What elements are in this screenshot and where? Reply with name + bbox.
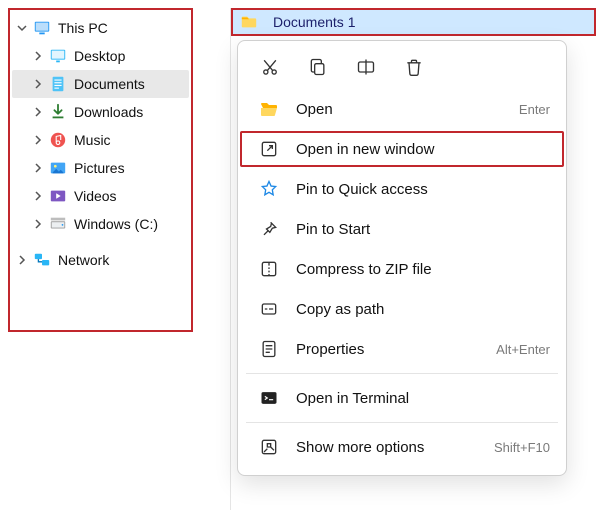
content-pane: Documents 1 Open Enter <box>230 8 596 510</box>
folder-open-icon <box>258 98 280 120</box>
drive-icon <box>48 214 68 234</box>
navigation-pane: This PC Desktop Documents Downloads <box>8 8 193 332</box>
tree-label: This PC <box>58 20 189 36</box>
chevron-right-icon[interactable] <box>30 104 46 120</box>
menu-item-open[interactable]: Open Enter <box>238 89 566 129</box>
menu-label: Pin to Quick access <box>296 181 550 198</box>
open-new-window-icon <box>258 138 280 160</box>
zip-icon <box>258 258 280 280</box>
folder-label: Documents 1 <box>273 14 355 30</box>
tree-label: Videos <box>74 188 189 204</box>
menu-item-open-new-window[interactable]: Open in new window <box>238 129 566 169</box>
menu-item-open-terminal[interactable]: Open in Terminal <box>238 378 566 418</box>
delete-button[interactable] <box>402 55 426 79</box>
pin-icon <box>258 218 280 240</box>
menu-label: Open in new window <box>296 141 550 158</box>
tree-item-this-pc[interactable]: This PC <box>12 14 189 42</box>
desktop-icon <box>48 46 68 66</box>
tree-label: Pictures <box>74 160 189 176</box>
download-icon <box>48 102 68 122</box>
menu-item-pin-quick-access[interactable]: Pin to Quick access <box>238 169 566 209</box>
menu-label: Pin to Start <box>296 221 550 238</box>
context-menu: Open Enter Open in new window Pin to Qui… <box>237 40 567 476</box>
menu-item-compress-zip[interactable]: Compress to ZIP file <box>238 249 566 289</box>
menu-separator <box>246 422 558 423</box>
chevron-down-icon[interactable] <box>14 20 30 36</box>
menu-shortcut: Enter <box>519 102 550 117</box>
cut-button[interactable] <box>258 55 282 79</box>
star-icon <box>258 178 280 200</box>
menu-item-show-more[interactable]: Show more options Shift+F10 <box>238 427 566 467</box>
music-icon <box>48 130 68 150</box>
tree-item-network[interactable]: Network <box>12 246 189 274</box>
tree-item-pictures[interactable]: Pictures <box>12 154 189 182</box>
list-item-folder[interactable]: Documents 1 <box>231 8 596 36</box>
tree-label: Desktop <box>74 48 189 64</box>
tree-label: Documents <box>74 76 189 92</box>
videos-icon <box>48 186 68 206</box>
rename-button[interactable] <box>354 55 378 79</box>
menu-shortcut: Shift+F10 <box>494 440 550 455</box>
folder-icon <box>239 12 259 32</box>
network-icon <box>32 250 52 270</box>
chevron-right-icon[interactable] <box>30 48 46 64</box>
menu-label: Open <box>296 101 519 118</box>
pictures-icon <box>48 158 68 178</box>
tree-label: Network <box>58 252 189 268</box>
chevron-right-icon[interactable] <box>30 160 46 176</box>
copy-button[interactable] <box>306 55 330 79</box>
copy-path-icon <box>258 298 280 320</box>
menu-label: Show more options <box>296 439 494 456</box>
terminal-icon <box>258 387 280 409</box>
tree-item-c-drive[interactable]: Windows (C:) <box>12 210 189 238</box>
menu-item-pin-start[interactable]: Pin to Start <box>238 209 566 249</box>
document-icon <box>48 74 68 94</box>
tree-item-music[interactable]: Music <box>12 126 189 154</box>
menu-label: Compress to ZIP file <box>296 261 550 278</box>
menu-item-copy-path[interactable]: Copy as path <box>238 289 566 329</box>
menu-separator <box>246 373 558 374</box>
menu-shortcut: Alt+Enter <box>496 342 550 357</box>
monitor-icon <box>32 18 52 38</box>
tree-item-videos[interactable]: Videos <box>12 182 189 210</box>
menu-item-properties[interactable]: Properties Alt+Enter <box>238 329 566 369</box>
properties-icon <box>258 338 280 360</box>
chevron-right-icon[interactable] <box>14 252 30 268</box>
menu-label: Open in Terminal <box>296 390 550 407</box>
chevron-right-icon[interactable] <box>30 132 46 148</box>
more-options-icon <box>258 436 280 458</box>
chevron-right-icon[interactable] <box>30 76 46 92</box>
tree-item-downloads[interactable]: Downloads <box>12 98 189 126</box>
tree-label: Windows (C:) <box>74 216 189 232</box>
chevron-right-icon[interactable] <box>30 188 46 204</box>
tree-item-desktop[interactable]: Desktop <box>12 42 189 70</box>
context-menu-toolbar <box>238 49 566 89</box>
menu-label: Properties <box>296 341 496 358</box>
menu-label: Copy as path <box>296 301 550 318</box>
tree-item-documents[interactable]: Documents <box>12 70 189 98</box>
tree-label: Downloads <box>74 104 189 120</box>
tree-label: Music <box>74 132 189 148</box>
chevron-right-icon[interactable] <box>30 216 46 232</box>
